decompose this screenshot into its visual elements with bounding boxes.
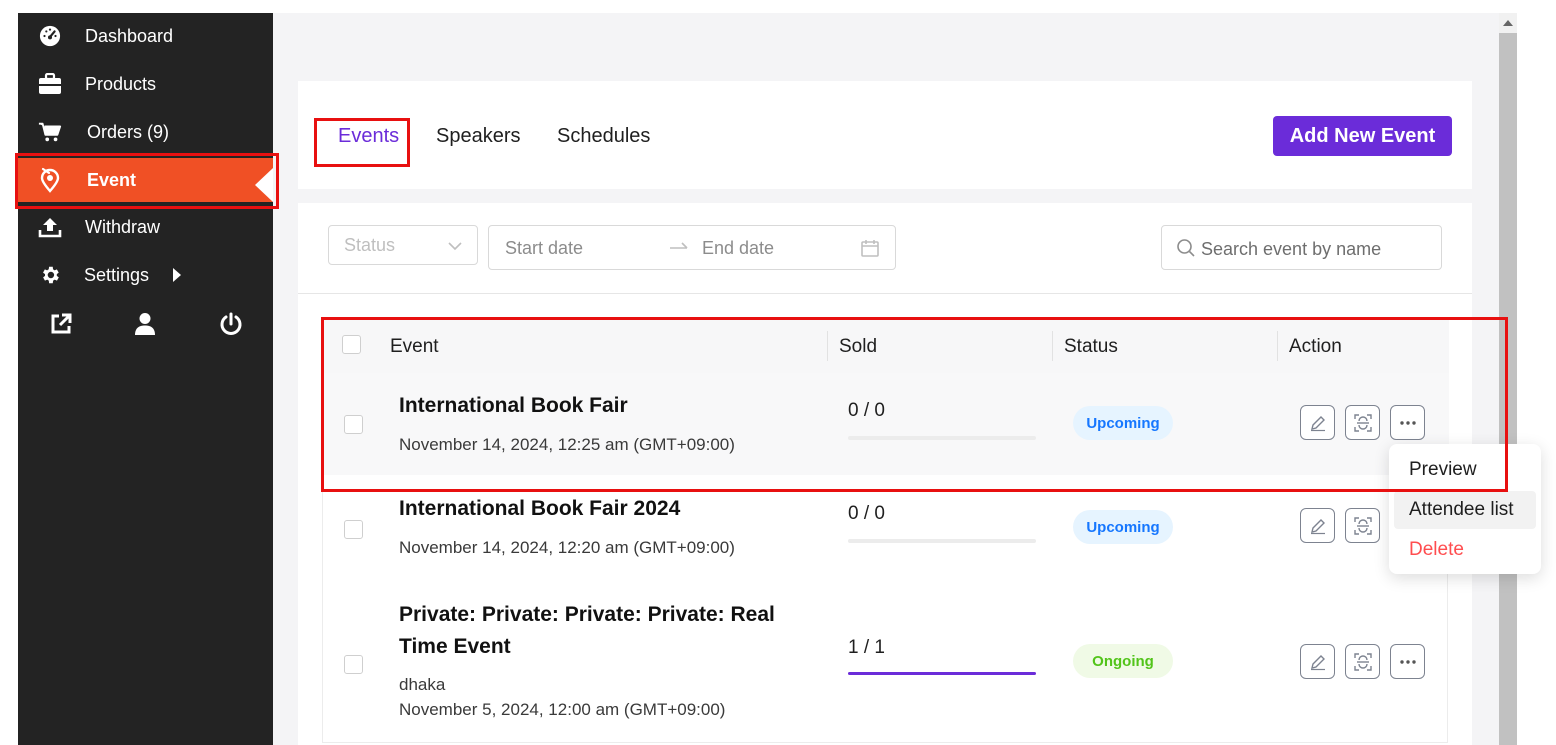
- action-dropdown-menu: Preview Attendee list Delete: [1389, 444, 1541, 574]
- search-input[interactable]: Search event by name: [1201, 239, 1381, 260]
- sidebar-item-event[interactable]: Event: [18, 158, 273, 202]
- sidebar-item-products[interactable]: Products: [18, 64, 273, 104]
- end-date-input[interactable]: End date: [702, 238, 774, 259]
- menu-item-delete[interactable]: Delete: [1394, 531, 1536, 569]
- scrollbar[interactable]: [1499, 13, 1517, 745]
- column-header-status: Status: [1064, 336, 1118, 357]
- table-row[interactable]: Private: Private: Private: Private: Real…: [323, 581, 1449, 741]
- status-badge: Upcoming: [1073, 510, 1173, 544]
- gear-icon: [38, 263, 62, 287]
- filter-bar: Status Start date End date Search event …: [298, 203, 1472, 294]
- sidebar-item-label: Products: [85, 73, 157, 94]
- briefcase-icon: [38, 72, 62, 96]
- edit-button[interactable]: [1300, 644, 1335, 679]
- scan-face-icon: [1353, 413, 1372, 432]
- table-header: Event Sold Status Action: [323, 319, 1449, 373]
- add-new-event-button[interactable]: Add New Event: [1273, 116, 1452, 156]
- sold-count: 0 / 0: [848, 400, 885, 421]
- tab-events[interactable]: Events: [338, 125, 399, 148]
- upload-icon: [38, 215, 62, 239]
- event-title[interactable]: Private: Private: Private: Private: Real…: [399, 599, 799, 663]
- calendar-icon: [860, 238, 880, 263]
- event-date: November 14, 2024, 12:20 am (GMT+09:00): [399, 538, 735, 557]
- event-date: November 14, 2024, 12:25 am (GMT+09:00): [399, 435, 735, 454]
- event-title[interactable]: International Book Fair 2024: [399, 493, 799, 525]
- edit-pencil-icon: [1310, 415, 1325, 431]
- status-select[interactable]: Status: [328, 225, 478, 265]
- scan-face-icon: [1353, 516, 1372, 535]
- select-all-checkbox[interactable]: [342, 335, 361, 354]
- table-row[interactable]: International Book Fair 2024 November 14…: [323, 475, 1449, 581]
- edit-pencil-icon: [1310, 518, 1325, 534]
- events-table: Event Sold Status Action International B…: [322, 319, 1449, 743]
- sidebar-item-label: Event: [87, 169, 137, 190]
- user-icon[interactable]: [132, 311, 158, 337]
- sold-progress-bar: [848, 436, 1036, 440]
- chevron-right-icon: [173, 268, 181, 282]
- tab-schedules[interactable]: Schedules: [557, 125, 650, 148]
- column-divider: [827, 331, 828, 361]
- attendee-scan-button[interactable]: [1345, 405, 1380, 440]
- more-options-button[interactable]: [1390, 405, 1425, 440]
- attendee-scan-button[interactable]: [1345, 644, 1380, 679]
- more-dots-icon: [1399, 420, 1416, 425]
- column-header-action: Action: [1289, 336, 1342, 357]
- sidebar-item-settings[interactable]: Settings: [18, 255, 273, 295]
- sidebar-item-label: Withdraw: [85, 216, 161, 237]
- sold-progress-fill: [848, 672, 1036, 675]
- sidebar-item-label: Orders (9): [87, 121, 170, 142]
- row-checkbox[interactable]: [344, 655, 363, 674]
- event-date: November 5, 2024, 12:00 am (GMT+09:00): [399, 700, 726, 719]
- events-panel: Status Start date End date Search event …: [298, 203, 1472, 745]
- sold-count: 1 / 1: [848, 637, 885, 658]
- arrow-right-icon: [669, 240, 689, 261]
- status-badge: Ongoing: [1073, 644, 1173, 678]
- tab-speakers[interactable]: Speakers: [436, 125, 521, 148]
- sidebar-item-withdraw[interactable]: Withdraw: [18, 207, 273, 247]
- status-placeholder: Status: [344, 235, 396, 255]
- sold-progress-bar: [848, 539, 1036, 543]
- status-badge: Upcoming: [1073, 406, 1173, 440]
- sidebar: Dashboard Products Orders (9) Event With…: [18, 13, 273, 745]
- sold-progress-bar: [848, 672, 1036, 675]
- column-header-sold: Sold: [839, 336, 878, 357]
- column-divider: [1052, 331, 1053, 361]
- scrollbar-thumb[interactable]: [1499, 33, 1517, 745]
- more-options-button[interactable]: [1390, 644, 1425, 679]
- chevron-down-icon: [447, 238, 463, 259]
- sidebar-item-label: Settings: [84, 264, 150, 285]
- sidebar-item-label: Dashboard: [85, 25, 174, 46]
- active-indicator: [255, 168, 273, 202]
- scan-face-icon: [1353, 652, 1372, 671]
- column-divider: [1277, 331, 1278, 361]
- search-event-box[interactable]: Search event by name: [1161, 225, 1442, 270]
- start-date-input[interactable]: Start date: [505, 238, 583, 259]
- sold-count: 0 / 0: [848, 503, 885, 524]
- table-row[interactable]: International Book Fair November 14, 202…: [323, 373, 1449, 475]
- event-pin-icon: [38, 167, 62, 193]
- sidebar-item-dashboard[interactable]: Dashboard: [18, 16, 273, 56]
- date-range-picker[interactable]: Start date End date: [488, 225, 896, 270]
- power-icon[interactable]: [218, 311, 244, 337]
- scroll-up-arrow-icon[interactable]: [1503, 20, 1513, 26]
- attendee-scan-button[interactable]: [1345, 508, 1380, 543]
- edit-pencil-icon: [1310, 654, 1325, 670]
- cart-icon: [38, 120, 62, 144]
- search-icon: [1176, 238, 1196, 263]
- edit-button[interactable]: [1300, 508, 1335, 543]
- event-title[interactable]: International Book Fair: [399, 390, 799, 422]
- edit-button[interactable]: [1300, 405, 1335, 440]
- row-checkbox[interactable]: [344, 415, 363, 434]
- sidebar-item-orders[interactable]: Orders (9): [18, 112, 273, 152]
- column-header-event: Event: [390, 336, 439, 357]
- dashboard-gauge-icon: [38, 24, 62, 48]
- menu-item-preview[interactable]: Preview: [1394, 451, 1536, 489]
- menu-item-attendee-list[interactable]: Attendee list: [1394, 491, 1536, 529]
- row-checkbox[interactable]: [344, 520, 363, 539]
- event-location: dhaka: [399, 675, 446, 694]
- more-dots-icon: [1399, 659, 1416, 664]
- external-link-icon[interactable]: [48, 311, 74, 337]
- tab-bar: Events Speakers Schedules Add New Event: [298, 81, 1472, 189]
